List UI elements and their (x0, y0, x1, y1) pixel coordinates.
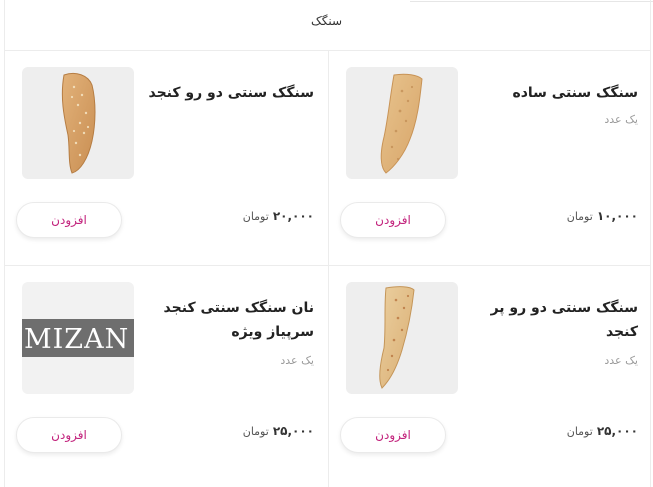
product-card[interactable]: سنگک سنتی دو رو کنجد ۲۰,۰۰۰ تومان افزودن (4, 51, 328, 265)
add-to-cart-button[interactable]: افزودن (16, 202, 122, 238)
product-image[interactable] (346, 282, 458, 394)
add-to-cart-button[interactable]: افزودن (340, 202, 446, 238)
top-strip (0, 0, 653, 3)
product-card[interactable]: سنگک سنتی دو رو پر کنجد یک عدد ۲۵,۰۰۰ تو… (328, 266, 652, 480)
product-card[interactable]: MIZAN نان سنگک سنتی کنجد سرپیاز ویژه یک … (4, 266, 328, 480)
product-grid: سنگک سنتی ساده یک عدد ۱۰,۰۰۰ تومان افزود… (4, 51, 651, 487)
product-price: ۲۰,۰۰۰ تومان (243, 209, 314, 223)
watermark-logo: MIZAN (22, 319, 134, 357)
product-unit: یک عدد (604, 354, 638, 367)
product-image[interactable]: MIZAN (22, 282, 134, 394)
category-title: سنگک (310, 14, 343, 28)
watermark-logo-icon: MIZAN (24, 324, 129, 355)
price-currency: تومان (242, 210, 269, 223)
product-unit: یک عدد (280, 354, 314, 367)
watermark-image: MIZAN (22, 282, 134, 394)
product-image[interactable] (22, 67, 134, 179)
product-card[interactable]: سنگک سنتی ساده یک عدد ۱۰,۰۰۰ تومان افزود… (328, 51, 652, 265)
product-name: نان سنگک سنتی کنجد سرپیاز ویژه (163, 300, 314, 340)
bread-icon (379, 286, 415, 389)
price-value: ۲۵,۰۰۰ (596, 424, 638, 438)
top-edge (410, 0, 653, 2)
svg-text:MIZAN: MIZAN (24, 324, 129, 355)
product-price: ۲۵,۰۰۰ تومان (567, 424, 638, 438)
price-currency: تومان (566, 425, 593, 438)
add-to-cart-button[interactable]: افزودن (340, 417, 446, 453)
price-value: ۲۵,۰۰۰ (272, 424, 314, 438)
product-name: سنگک سنتی دو رو کنجد (148, 85, 315, 101)
product-price: ۱۰,۰۰۰ تومان (567, 209, 638, 223)
bread-icon (61, 72, 96, 174)
price-currency: تومان (566, 210, 593, 223)
product-unit: یک عدد (604, 113, 638, 126)
price-value: ۱۰,۰۰۰ (596, 209, 638, 223)
bread-icon (380, 73, 423, 174)
add-to-cart-button[interactable]: افزودن (16, 417, 122, 453)
product-name: سنگک سنتی ساده (512, 85, 638, 101)
product-name: سنگک سنتی دو رو پر کنجد (490, 300, 638, 340)
price-value: ۲۰,۰۰۰ (272, 209, 314, 223)
product-image[interactable] (346, 67, 458, 179)
price-currency: تومان (242, 425, 269, 438)
product-price: ۲۵,۰۰۰ تومان (243, 424, 314, 438)
